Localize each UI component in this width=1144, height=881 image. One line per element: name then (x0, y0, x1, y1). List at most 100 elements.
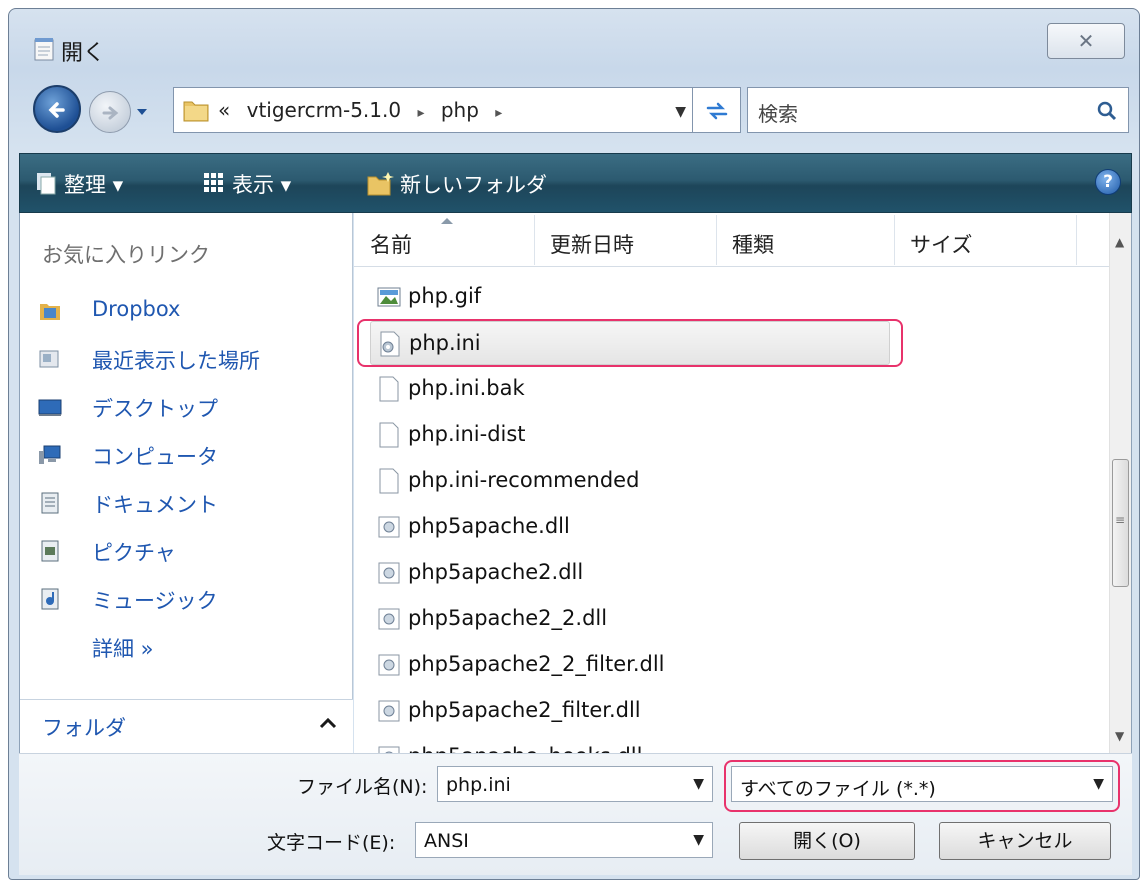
chevron-up-icon (319, 717, 337, 729)
column-type[interactable]: 種類 (732, 229, 774, 259)
breadcrumb-item-php[interactable]: php (441, 98, 479, 122)
sidebar-item-label: ピクチャ (92, 541, 176, 565)
breadcrumb-overflow[interactable]: « (218, 98, 230, 122)
folders-label: フォルダ (42, 716, 126, 740)
search-icon[interactable] (1096, 100, 1118, 122)
dll-file-icon (378, 516, 400, 538)
sidebar-item-label: Dropbox (92, 297, 181, 321)
column-divider[interactable] (716, 215, 717, 265)
scroll-down-icon[interactable]: ▼ (1115, 729, 1124, 743)
column-divider[interactable] (1076, 215, 1077, 265)
help-icon[interactable]: ? (1095, 169, 1121, 195)
file-name: php.ini-dist (408, 422, 526, 446)
sidebar-item-desktop[interactable]: デスクトップ (38, 389, 338, 425)
filename-combobox[interactable]: php.ini ▼ (437, 766, 713, 802)
chevron-down-icon[interactable]: ▼ (693, 832, 704, 848)
breadcrumb-item-vtigercrm[interactable]: vtigercrm-5.1.0 (247, 98, 401, 122)
folders-toggle[interactable]: フォルダ (20, 699, 353, 753)
file-row[interactable]: php5apache2.dll (370, 551, 890, 595)
music-icon (41, 588, 59, 610)
file-name: php5apache2_2.dll (408, 606, 608, 630)
filter-highlight-ring (724, 760, 1120, 812)
encoding-value: ANSI (424, 830, 469, 852)
file-name: php5apache_hooks.dll (408, 744, 642, 753)
column-name[interactable]: 名前 (370, 229, 412, 259)
dll-file-icon (378, 746, 400, 753)
close-button[interactable]: ✕ (1047, 23, 1125, 59)
more-links-button[interactable]: 詳細 » (92, 633, 154, 663)
blank-file-icon (379, 376, 399, 402)
file-row[interactable]: php.gif (370, 275, 890, 319)
image-file-icon (377, 287, 401, 307)
forward-button[interactable] (89, 91, 131, 133)
refresh-icon (706, 102, 728, 120)
new-folder-button[interactable]: 新しいフォルダ (400, 169, 547, 199)
arrow-right-icon (102, 106, 119, 120)
recent-pages-dropdown[interactable] (135, 105, 149, 119)
close-icon: ✕ (1077, 29, 1095, 53)
column-divider[interactable] (894, 215, 895, 265)
view-icon (204, 173, 223, 192)
file-name: php.gif (408, 284, 482, 308)
organize-icon (37, 173, 56, 195)
chevron-down-icon[interactable]: ▼ (693, 776, 704, 792)
sidebar-item-music[interactable]: ミュージック (38, 581, 338, 617)
file-list-pane: 名前 更新日時 種類 サイズ php.gif php.ini php.ini.b… (354, 213, 1132, 753)
file-name: php5apache2_filter.dll (408, 698, 641, 722)
dll-file-icon (378, 562, 400, 584)
notepad-icon (34, 38, 54, 61)
column-divider[interactable] (534, 215, 535, 265)
computer-icon (39, 445, 61, 464)
file-row-partial[interactable]: php5apache_hooks.dll (370, 735, 890, 753)
dll-file-icon (378, 700, 400, 722)
filename-value: php.ini (446, 774, 511, 796)
file-row[interactable]: php.ini-recommended (370, 459, 890, 503)
open-file-dialog: 開く ✕ « vtigercrm-5.1.0 ▸ php ▸ ▼ 検索 整理 ▾… (8, 8, 1140, 880)
file-row[interactable]: php.ini-dist (370, 413, 890, 457)
chevron-down-icon[interactable]: ▼ (675, 104, 686, 120)
title-bar: 開く ✕ (9, 9, 1139, 77)
view-button[interactable]: 表示 ▾ (232, 169, 291, 199)
file-name: php.ini-recommended (408, 468, 640, 492)
blank-file-icon (379, 468, 399, 494)
new-folder-icon (367, 172, 394, 196)
sidebar-item-recent-places[interactable]: 最近表示した場所 (38, 341, 338, 377)
dialog-footer: ファイル名(N): php.ini ▼ すべてのファイル (*.*) ▼ 文字コ… (19, 753, 1132, 875)
sidebar-item-documents[interactable]: ドキュメント (38, 485, 338, 521)
organize-button[interactable]: 整理 ▾ (64, 169, 123, 199)
sidebar-item-dropbox[interactable]: Dropbox (38, 293, 338, 329)
pictures-icon (41, 540, 59, 562)
column-modified[interactable]: 更新日時 (550, 229, 634, 259)
file-row[interactable]: php5apache2_2_filter.dll (370, 643, 890, 687)
grip-icon: ≡ (1115, 513, 1126, 527)
file-row[interactable]: php5apache2_2.dll (370, 597, 890, 641)
sidebar-item-pictures[interactable]: ピクチャ (38, 533, 338, 569)
open-button[interactable]: 開く(O) (739, 822, 915, 860)
vertical-scrollbar[interactable]: ▲ ≡ ▼ (1109, 213, 1131, 753)
search-input[interactable]: 検索 (747, 87, 1129, 133)
breadcrumb-separator[interactable]: ▸ (495, 105, 502, 121)
blank-file-icon (379, 422, 399, 448)
folder-icon (183, 101, 209, 122)
file-row[interactable]: php.ini.bak (370, 367, 890, 411)
column-size[interactable]: サイズ (910, 229, 972, 259)
recent-places-icon (39, 350, 59, 368)
file-row[interactable]: php5apache2_filter.dll (370, 689, 890, 733)
file-name: php5apache2_2_filter.dll (408, 652, 665, 676)
desktop-icon (38, 399, 62, 416)
command-toolbar: 整理 ▾ 表示 ▾ 新しいフォルダ ? (19, 153, 1132, 213)
sidebar-item-computer[interactable]: コンピュータ (38, 437, 338, 473)
breadcrumb: « vtigercrm-5.1.0 ▸ php ▸ (218, 98, 512, 122)
cancel-button[interactable]: キャンセル (939, 822, 1111, 860)
address-bar[interactable]: « vtigercrm-5.1.0 ▸ php ▸ ▼ (173, 87, 693, 133)
back-button[interactable] (33, 85, 81, 133)
breadcrumb-separator[interactable]: ▸ (417, 105, 424, 121)
selection-highlight-ring (357, 319, 903, 367)
refresh-button[interactable] (693, 87, 741, 133)
sidebar-item-label: 最近表示した場所 (92, 349, 260, 373)
scroll-up-icon[interactable]: ▲ (1115, 235, 1124, 249)
column-header-row: 名前 更新日時 種類 サイズ (354, 213, 1110, 267)
sidebar-item-label: デスクトップ (92, 397, 218, 421)
file-row[interactable]: php5apache.dll (370, 505, 890, 549)
encoding-select[interactable]: ANSI ▼ (415, 822, 713, 858)
